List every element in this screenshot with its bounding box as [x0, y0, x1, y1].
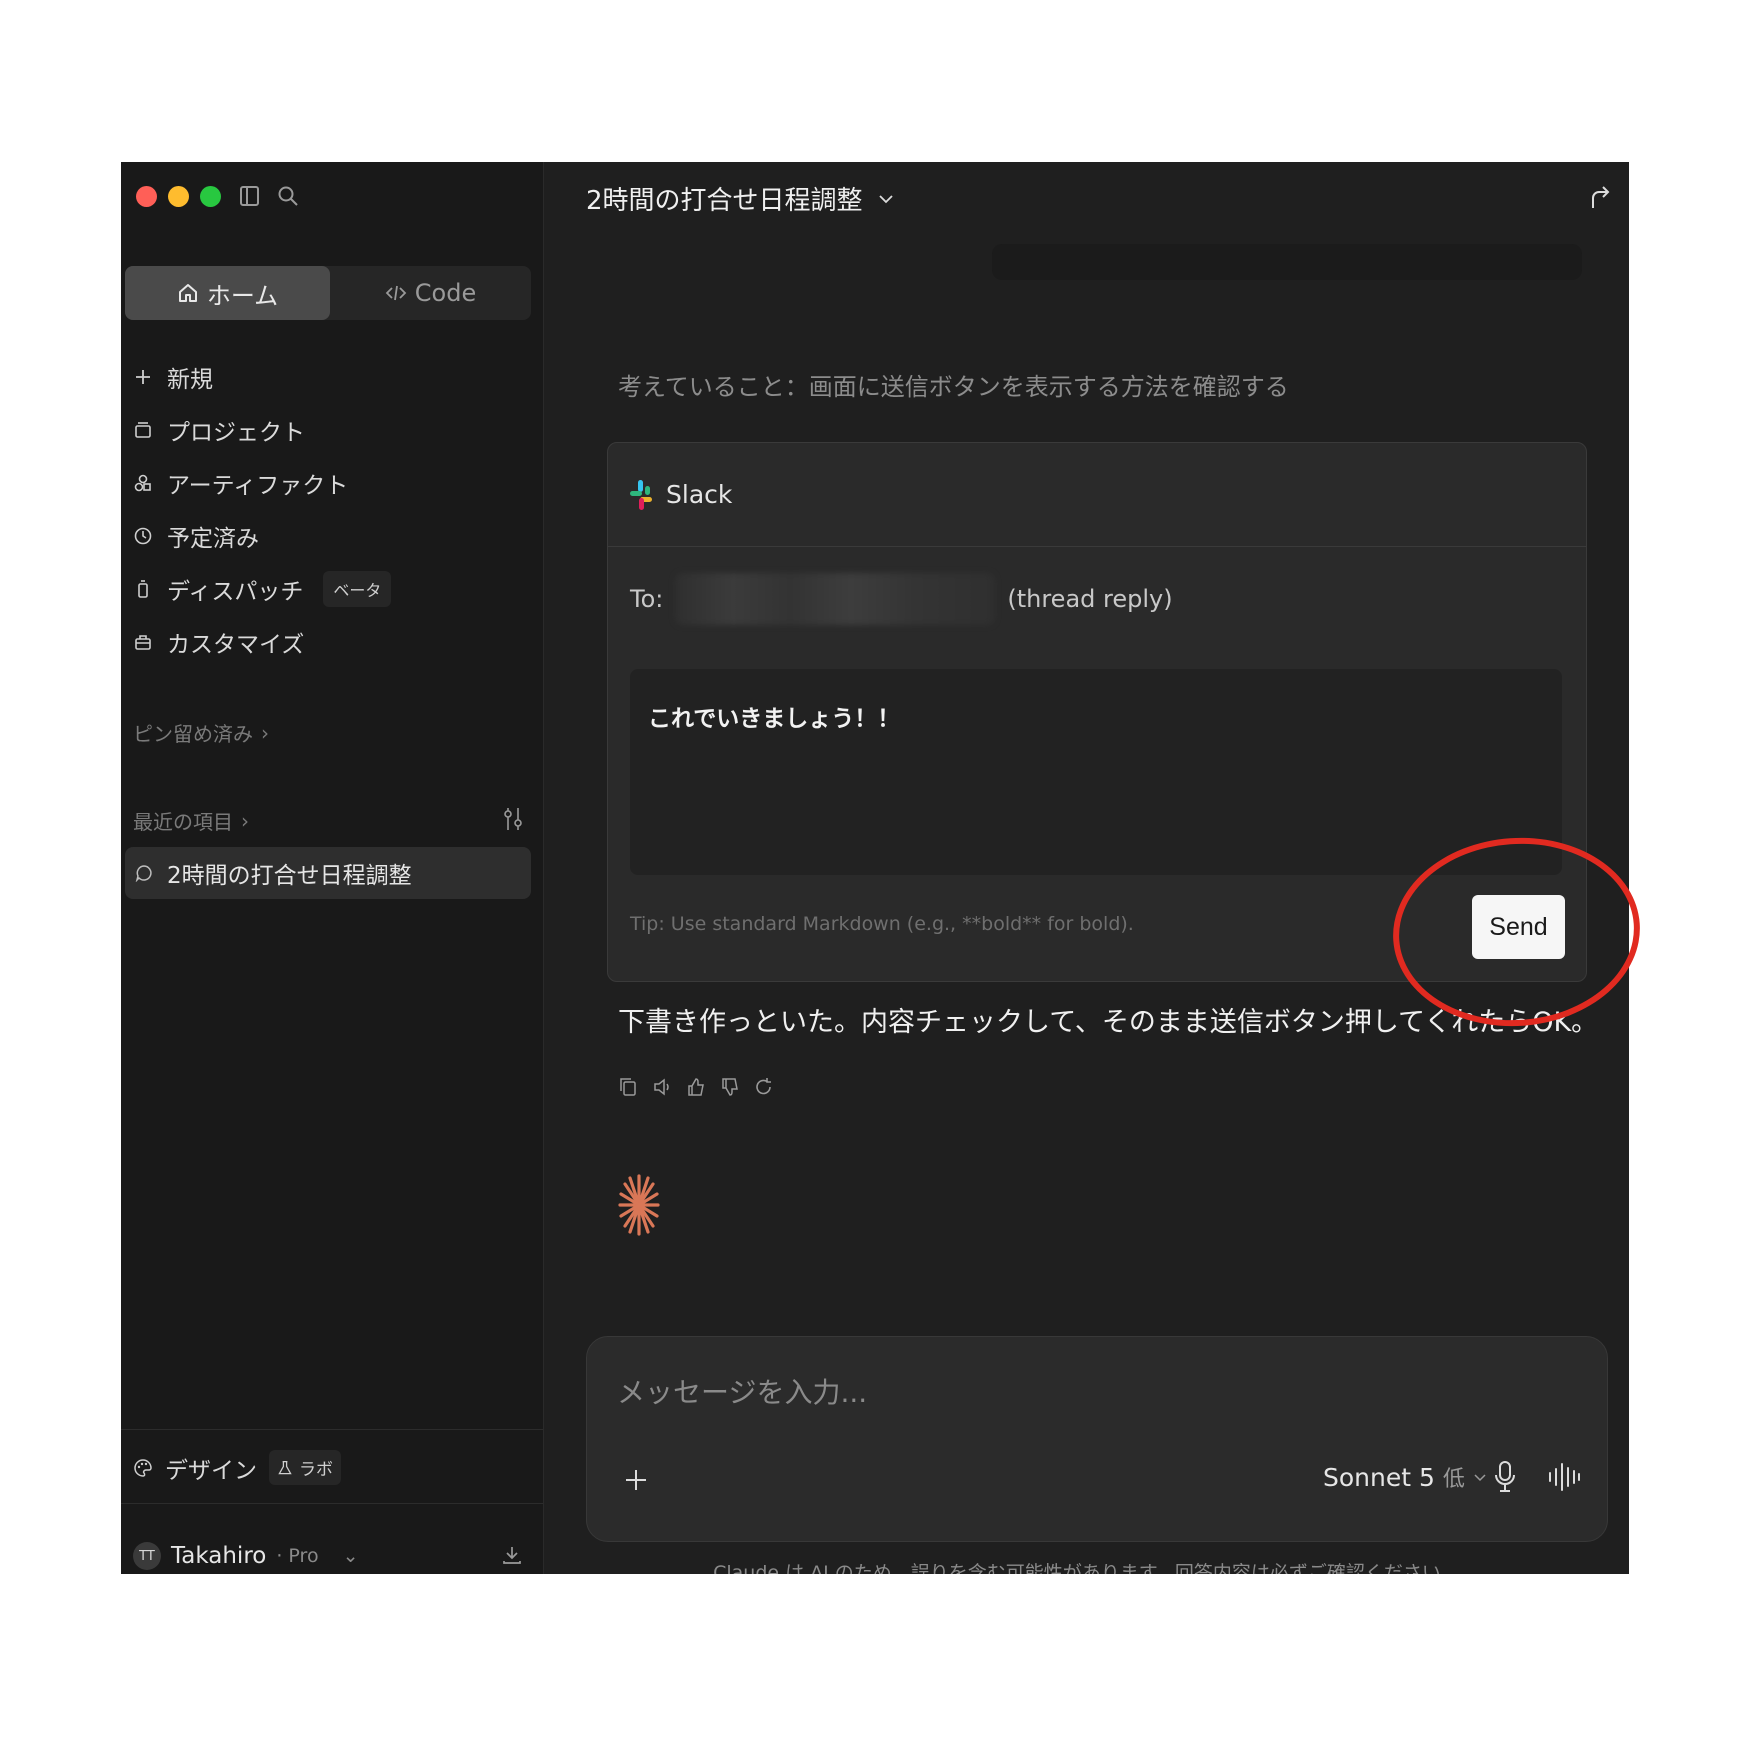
faded-previous-message [992, 244, 1582, 280]
tab-home[interactable]: ホーム [125, 266, 330, 320]
slack-card-header: Slack [608, 443, 1586, 547]
add-attachment-icon[interactable] [623, 1467, 649, 1493]
claude-spark-icon [618, 1174, 660, 1236]
sidebar-item-label: 新規 [167, 366, 213, 393]
sidebar-toggle-icon[interactable] [239, 184, 261, 208]
slack-app-name: Slack [666, 480, 733, 509]
speaker-icon[interactable] [652, 1076, 672, 1098]
chevron-right-icon: › [261, 720, 269, 745]
slack-logo-icon [630, 479, 652, 510]
to-label: To: [630, 585, 664, 613]
avatar: TT [133, 1542, 161, 1570]
recent-section-toggle[interactable]: 最近の項目 › [133, 806, 249, 835]
design-label: デザイン [165, 1457, 257, 1484]
window-controls [136, 186, 221, 207]
download-icon[interactable] [501, 1544, 523, 1566]
dispatch-icon [138, 579, 148, 598]
clock-icon [134, 527, 152, 544]
maximize-window-button[interactable] [200, 186, 221, 207]
briefcase-icon [135, 634, 151, 650]
chat-title-menu[interactable]: 2時間の打合せ日程調整 [586, 180, 895, 217]
pinned-label: ピン留め済み [133, 722, 253, 746]
divider [121, 1503, 543, 1504]
sidebar-item-scheduled[interactable]: 予定済み [133, 509, 533, 562]
artifacts-icon [134, 474, 151, 491]
code-icon [385, 285, 407, 301]
markdown-tip: Tip: Use standard Markdown (e.g., **bold… [630, 913, 1134, 935]
user-plan: · Pro [276, 1545, 319, 1567]
sidebar-item-label: 予定済み [167, 525, 259, 552]
voice-mode-icon[interactable] [1547, 1461, 1581, 1493]
sidebar-item-projects[interactable]: プロジェクト [133, 403, 533, 456]
pinned-section-toggle[interactable]: ピン留め済み › [133, 718, 269, 747]
thread-reply-tag: (thread reply) [1007, 585, 1173, 613]
palette-icon [134, 1458, 152, 1477]
close-window-button[interactable] [136, 186, 157, 207]
sidebar-item-dispatch[interactable]: ディスパッチ ベータ [133, 562, 533, 615]
page-title: 2時間の打合せ日程調整 [586, 186, 863, 216]
sidebar-item-label: プロジェクト [167, 419, 305, 446]
recipient-redacted [675, 573, 996, 625]
sidebar-item-label: アーティファクト [167, 472, 349, 499]
sidebar-item-label: カスタマイズ [167, 631, 305, 658]
user-name: Takahiro [171, 1543, 267, 1569]
effort-level: 低 [1442, 1467, 1465, 1492]
message-input[interactable] [615, 1365, 1519, 1419]
tab-code-label: Code [414, 279, 477, 307]
retry-icon[interactable] [754, 1076, 774, 1098]
sidebar-item-design[interactable]: デザイン ラボ [133, 1450, 341, 1485]
sidebar-item-new[interactable]: 新規 [133, 350, 533, 403]
thumbs-down-icon[interactable] [720, 1076, 740, 1098]
sidebar-nav: 新規 プロジェクト アーティファクト 予定済み ディスパッチ ベータ カスタマイ… [133, 350, 533, 668]
recipient-row: To: (thread reply) [630, 573, 1173, 625]
message-actions [618, 1076, 774, 1098]
disclaimer: Claude は AI のため、誤りを含む可能性があります。回答内容は必ずご確認… [713, 1562, 1460, 1574]
sidebar-item-customize[interactable]: カスタマイズ [133, 615, 533, 668]
beta-badge: ベータ [323, 570, 392, 607]
chevron-down-icon [878, 194, 893, 203]
sidebar-item-artifacts[interactable]: アーティファクト [133, 456, 533, 509]
plus-icon [136, 369, 150, 384]
thinking-status[interactable]: 考えていること：画面に送信ボタンを表示する方法を確認する [618, 367, 1289, 402]
mode-switch: ホーム Code [125, 266, 531, 320]
divider [121, 1429, 543, 1430]
share-icon[interactable] [1587, 184, 1613, 210]
chevron-down-icon: ⌄ [342, 1545, 359, 1567]
chat-bubble-icon [135, 865, 152, 882]
chevron-down-icon [1474, 1474, 1486, 1482]
user-menu[interactable]: TT Takahiro · Pro ⌄ [133, 1538, 533, 1574]
home-icon [178, 284, 197, 302]
message-draft-field[interactable]: これでいきましょう！！ [630, 669, 1562, 875]
microphone-icon[interactable] [1493, 1459, 1517, 1495]
recent-chat-title: 2時間の打合せ日程調整 [167, 863, 412, 889]
lab-badge: ラボ [269, 1450, 341, 1485]
model-name: Sonnet 5 [1323, 1462, 1435, 1492]
sidebar-item-label: ディスパッチ [167, 578, 304, 605]
flask-icon [278, 1460, 292, 1474]
copy-icon[interactable] [618, 1076, 638, 1098]
folder-icon [135, 421, 151, 438]
lab-badge-label: ラボ [299, 1460, 333, 1480]
message-composer: Sonnet 5 低 [586, 1336, 1608, 1542]
minimize-window-button[interactable] [168, 186, 189, 207]
tab-code[interactable]: Code [330, 266, 531, 320]
recent-label: 最近の項目 [133, 810, 233, 834]
model-selector[interactable]: Sonnet 5 低 [1323, 1461, 1487, 1493]
chevron-right-icon: › [241, 808, 249, 833]
filter-sliders-icon[interactable] [501, 806, 525, 832]
recent-chat-item[interactable]: 2時間の打合せ日程調整 [125, 847, 531, 899]
app-window: ホーム Code 新規 プロジェクト アーティファクト 予定済み ディスパッチ … [121, 162, 1629, 1574]
search-icon[interactable] [277, 184, 299, 208]
tab-home-label: ホーム [206, 281, 279, 310]
sidebar: ホーム Code 新規 プロジェクト アーティファクト 予定済み ディスパッチ … [121, 162, 544, 1574]
thumbs-up-icon[interactable] [686, 1076, 706, 1098]
